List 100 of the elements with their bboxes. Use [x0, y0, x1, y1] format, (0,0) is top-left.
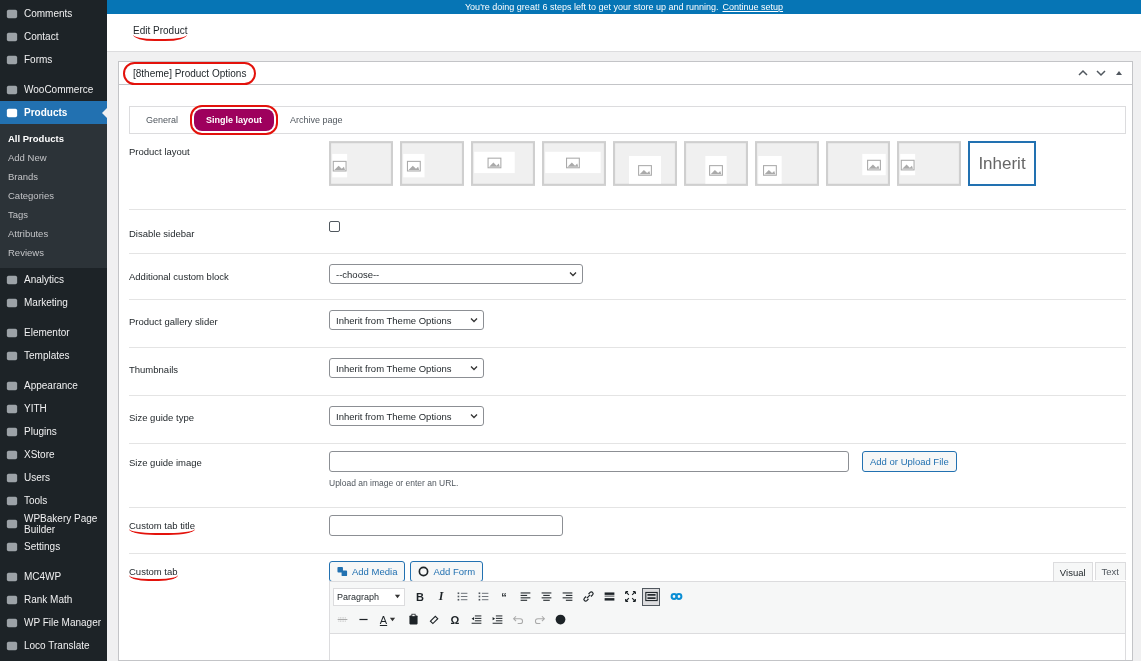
chevron-icon: [469, 411, 479, 421]
menu-item[interactable]: Comments: [0, 2, 107, 25]
menu-icon: [6, 7, 18, 20]
page-title: Edit Product: [133, 24, 188, 41]
menu-icon: [6, 83, 18, 96]
menu-icon: [6, 540, 18, 553]
submenu-item[interactable]: Brands: [0, 167, 107, 186]
continue-link[interactable]: Continue setup: [722, 2, 784, 12]
menu-icon: [6, 494, 18, 507]
chevron-icon: [568, 269, 578, 279]
menu-icon: [6, 273, 18, 286]
submenu-item[interactable]: Add New: [0, 148, 107, 167]
editor-tab[interactable]: Visual: [1052, 562, 1093, 582]
layout-thumbnail[interactable]: [755, 141, 819, 186]
menu-icon: [6, 517, 18, 530]
menu-icon: [6, 639, 18, 652]
submenu-item[interactable]: All Products: [0, 129, 107, 148]
menu-item[interactable]: XStore: [0, 443, 107, 466]
layout-option[interactable]: Inherit: [968, 141, 1036, 186]
menu-icon: [6, 30, 18, 43]
field-label: Product layout: [129, 146, 190, 159]
menu-icon: [6, 53, 18, 66]
select-field[interactable]: Inherit from Theme Options: [329, 406, 484, 426]
layout-thumbnail[interactable]: [826, 141, 890, 186]
menu-item[interactable]: WooCommerce: [0, 78, 107, 101]
menu-icon: [6, 296, 18, 309]
menu-item[interactable]: Analytics: [0, 268, 107, 291]
menu-item[interactable]: Products: [0, 101, 107, 124]
format-button[interactable]: I: [432, 587, 450, 606]
media-button[interactable]: Add Media: [329, 561, 406, 582]
menu-item[interactable]: YITH: [0, 397, 107, 420]
format-select[interactable]: Paragraph: [333, 587, 405, 606]
menu-item[interactable]: Templates: [0, 344, 107, 367]
menu-item[interactable]: Forms: [0, 48, 107, 71]
move-up-icon[interactable]: [1078, 68, 1088, 78]
layout-thumbnail[interactable]: [542, 141, 606, 186]
select-field[interactable]: --choose--: [329, 264, 583, 284]
field-label: Disable sidebar: [129, 228, 195, 241]
menu-item[interactable]: Users: [0, 466, 107, 489]
menu-item[interactable]: Appearance: [0, 374, 107, 397]
select-field[interactable]: Inherit from Theme Options: [329, 310, 484, 330]
menu-item[interactable]: WPBakery Page Builder: [0, 512, 107, 535]
menu-icon: [6, 326, 18, 339]
layout-thumbnail[interactable]: [897, 141, 961, 186]
menu-item[interactable]: WP File Manager: [0, 611, 107, 634]
field-label: Custom tab: [129, 566, 178, 581]
format-button[interactable]: A: [375, 610, 401, 629]
caret-icon: [389, 616, 397, 623]
submenu-item[interactable]: Attributes: [0, 224, 107, 243]
menu-item[interactable]: Tools: [0, 489, 107, 512]
menu-icon: [6, 448, 18, 461]
menu-item[interactable]: Plugins: [0, 420, 107, 443]
media-icon: [337, 566, 348, 577]
menu-item[interactable]: Elementor: [0, 321, 107, 344]
submenu-item[interactable]: Reviews: [0, 243, 107, 262]
menu-icon: [6, 593, 18, 606]
keyboard-icon[interactable]: [642, 587, 660, 606]
notice-text: You're doing great! 6 steps left to get your store up and running.: [464, 2, 719, 12]
layout-thumbnail[interactable]: [613, 141, 677, 186]
menu-icon: [6, 616, 18, 629]
menu-icon: [6, 570, 18, 583]
text-field[interactable]: [329, 515, 563, 536]
upload-button[interactable]: Add or Upload File: [862, 451, 957, 472]
menu-item[interactable]: Loco Translate: [0, 634, 107, 657]
chevron-icon: [469, 315, 479, 325]
field-label: Size guide image: [129, 457, 202, 470]
menu-item[interactable]: Marketing: [0, 291, 107, 314]
field-label: Product gallery slider: [129, 316, 218, 329]
url-field[interactable]: [329, 451, 849, 472]
menu-icon: [6, 425, 18, 438]
layout-thumbnail[interactable]: [471, 141, 535, 186]
field-hint: Upload an image or enter an URL.: [329, 478, 460, 488]
menu-item[interactable]: Contact: [0, 25, 107, 48]
format-button[interactable]: B: [411, 587, 429, 606]
select-field[interactable]: Inherit from Theme Options: [329, 358, 484, 378]
caret-icon: [394, 593, 401, 600]
menu-icon: [6, 402, 18, 415]
media-button[interactable]: Add Form: [410, 561, 484, 582]
move-down-icon[interactable]: [1096, 68, 1106, 78]
menu-item[interactable]: MC4WP: [0, 565, 107, 588]
checkbox[interactable]: [329, 221, 340, 232]
editor-tab[interactable]: Text: [1094, 562, 1126, 580]
menu-icon: [6, 471, 18, 484]
menu-icon: [6, 379, 18, 392]
menu-icon: [6, 106, 18, 119]
field-label: Thumbnails: [129, 364, 179, 377]
chevron-icon: [469, 363, 479, 373]
tab[interactable]: General: [138, 110, 187, 130]
submenu-item[interactable]: Categories: [0, 186, 107, 205]
layout-thumbnail[interactable]: [329, 141, 393, 186]
format-button[interactable]: “: [495, 587, 513, 606]
format-button[interactable]: Ω: [446, 610, 464, 629]
menu-item[interactable]: Rank Math: [0, 588, 107, 611]
field-label: Additional custom block: [129, 271, 229, 284]
tab[interactable]: Archive page: [282, 110, 351, 130]
layout-thumbnail[interactable]: [684, 141, 748, 186]
menu-item[interactable]: Settings: [0, 535, 107, 558]
menu-icon: [6, 349, 18, 362]
layout-thumbnail[interactable]: [400, 141, 464, 186]
submenu-item[interactable]: Tags: [0, 205, 107, 224]
